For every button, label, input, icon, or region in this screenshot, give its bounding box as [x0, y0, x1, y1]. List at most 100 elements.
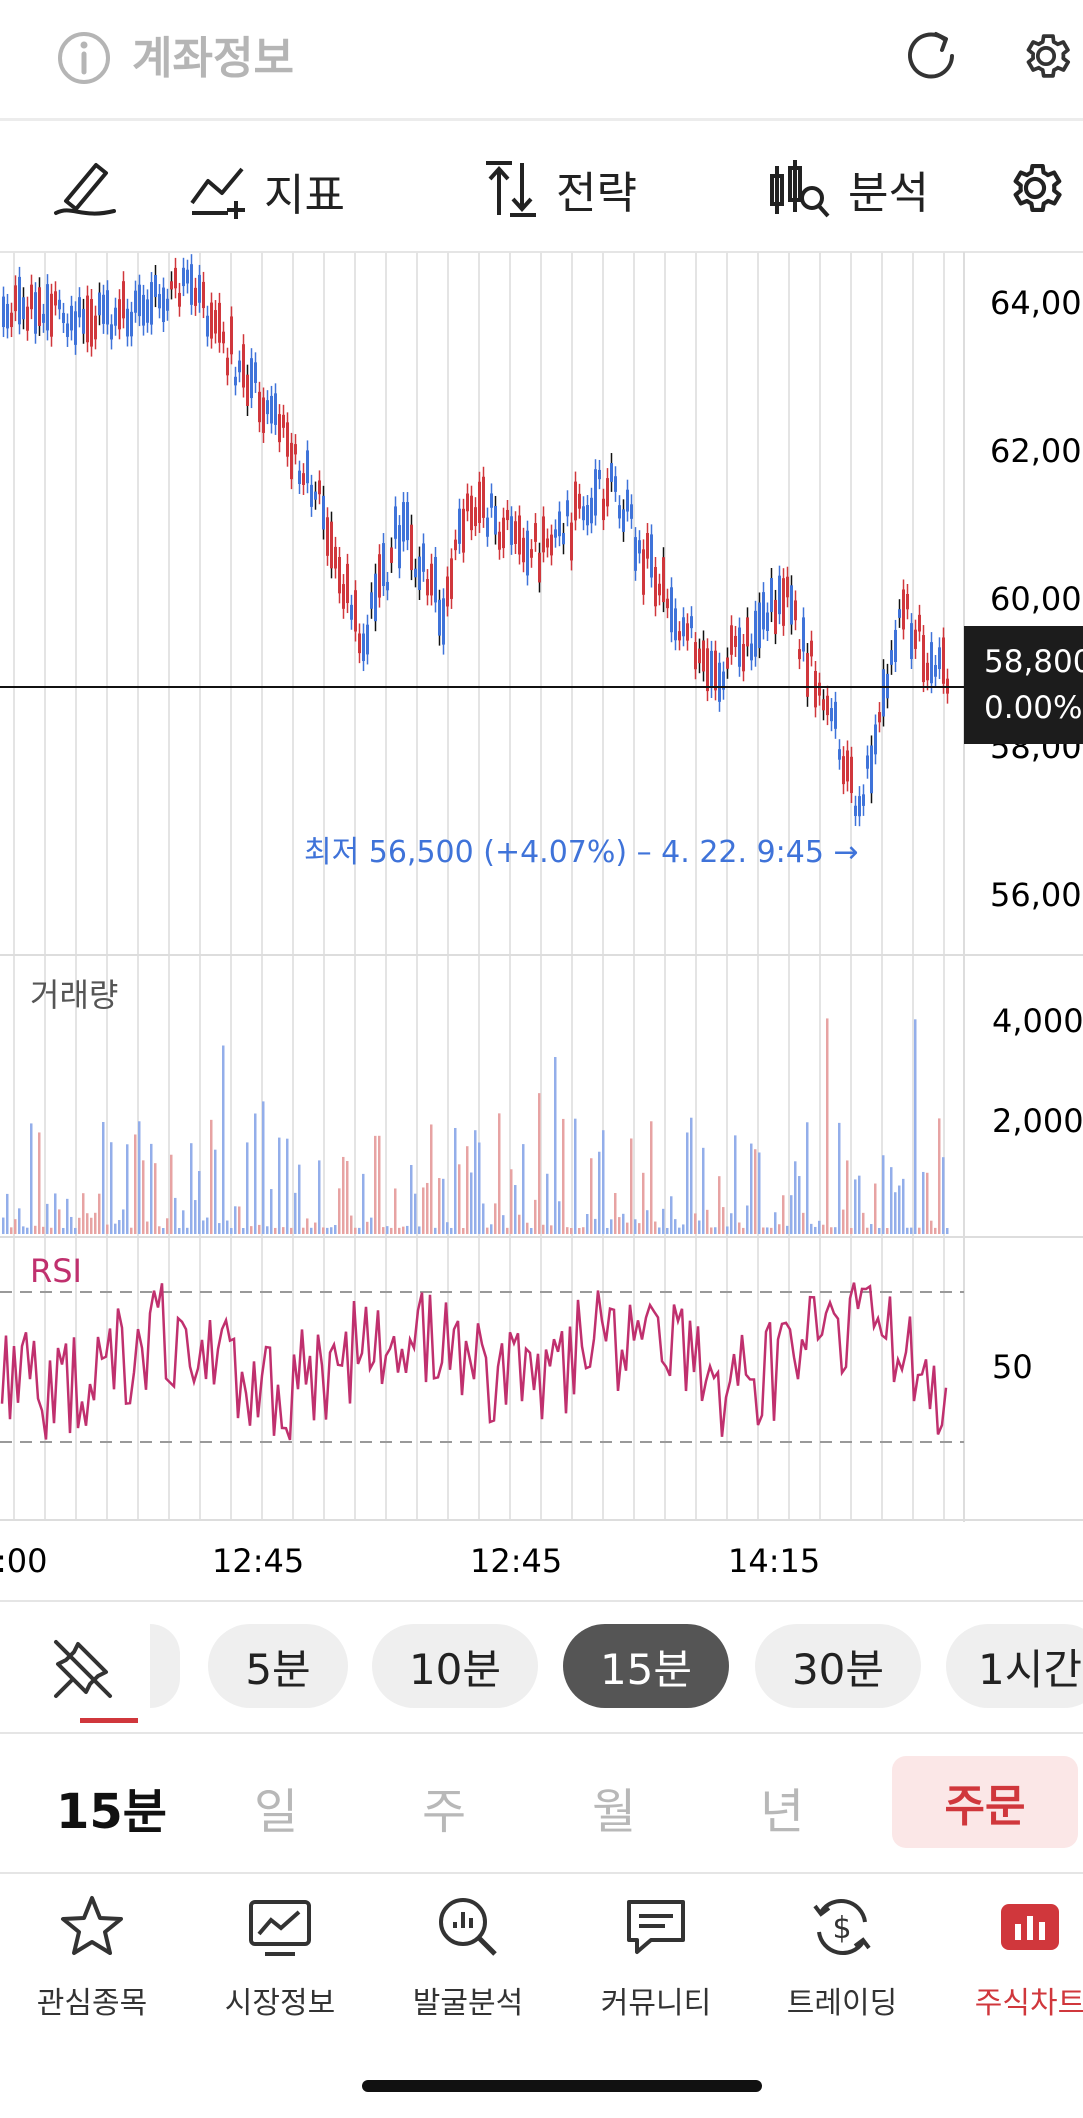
- candle-body: [530, 549, 533, 558]
- current-price-text: 58,800: [984, 644, 1083, 680]
- pin-off-icon[interactable]: [50, 1636, 116, 1702]
- chat-bubble-icon: [627, 1900, 685, 1954]
- volume-bar: [98, 1193, 101, 1234]
- candle-body: [790, 585, 793, 625]
- volume-bar: [738, 1222, 741, 1234]
- volume-bar: [310, 1227, 313, 1234]
- period-15min[interactable]: 15분: [56, 1772, 167, 1842]
- volume-bar: [838, 1122, 841, 1234]
- candle-body: [170, 281, 173, 290]
- candle-body: [58, 299, 61, 310]
- volume-bar: [202, 1220, 205, 1234]
- nav-stock-chart[interactable]: 주식차트: [940, 1892, 1083, 2022]
- volume-bar: [374, 1135, 377, 1234]
- volume-bar: [854, 1179, 857, 1234]
- candle-body: [342, 584, 345, 609]
- search-chart-icon: [439, 1898, 497, 1956]
- indicator-button[interactable]: 지표: [188, 159, 345, 223]
- volume-bar: [370, 1217, 373, 1234]
- candle-body: [514, 521, 517, 544]
- period-day[interactable]: 일: [254, 1772, 298, 1842]
- timeframe-10min[interactable]: 10분: [372, 1624, 538, 1708]
- candle-body: [522, 537, 525, 563]
- pen-draw-icon[interactable]: [52, 157, 118, 221]
- volume-bar: [726, 1226, 729, 1234]
- candle-body: [782, 578, 785, 626]
- candle-body: [870, 745, 873, 794]
- volume-bar: [226, 1220, 229, 1234]
- rsi-line: [0, 1282, 948, 1441]
- volume-bar: [686, 1132, 689, 1234]
- volume-bar: [10, 1227, 13, 1234]
- volume-bar: [882, 1155, 885, 1234]
- candle-body: [822, 699, 825, 711]
- volume-bar: [498, 1113, 501, 1234]
- candle-body: [262, 397, 265, 433]
- info-icon[interactable]: [56, 30, 112, 86]
- order-button[interactable]: 주문: [892, 1756, 1078, 1848]
- candle-body: [418, 556, 421, 591]
- candle-body: [430, 563, 433, 596]
- candle-body: [218, 302, 221, 343]
- volume-bar: [622, 1213, 625, 1234]
- volume-bar: [814, 1226, 817, 1234]
- account-info-title[interactable]: 계좌정보: [132, 22, 294, 86]
- volume-bar: [342, 1156, 345, 1234]
- candle-body: [894, 629, 897, 662]
- volume-bar: [862, 1212, 865, 1234]
- volume-bar: [698, 1220, 701, 1234]
- candle-body: [562, 532, 565, 545]
- candle-body: [266, 400, 269, 415]
- timeframe-15min[interactable]: 15분: [563, 1624, 729, 1708]
- candle-body: [42, 313, 45, 323]
- volume-bar: [126, 1144, 129, 1234]
- candle-body: [458, 508, 461, 544]
- candle-body: [110, 324, 113, 340]
- volume-bar: [254, 1113, 257, 1234]
- stock-chart[interactable]: 64,000 62,000 60,000 58,000 56,000 58,80…: [0, 252, 1083, 1597]
- timeframe-30min[interactable]: 30분: [755, 1624, 921, 1708]
- period-year[interactable]: 년: [760, 1772, 804, 1842]
- candle-body: [590, 497, 593, 524]
- nav-trading[interactable]: $ 트레이딩: [752, 1892, 932, 2022]
- volume-bar: [750, 1143, 753, 1234]
- period-month[interactable]: 월: [592, 1772, 636, 1842]
- candle-body: [278, 414, 281, 443]
- chart-settings-gear-icon[interactable]: [1004, 157, 1066, 219]
- candle-body: [186, 269, 189, 284]
- candle-body: [470, 495, 473, 531]
- candle-body: [150, 282, 153, 325]
- timeframe-1hour[interactable]: 1시간: [946, 1624, 1083, 1708]
- nav-market-info[interactable]: 시장정보: [190, 1892, 370, 2022]
- candle-body: [570, 522, 573, 561]
- volume-bar: [78, 1217, 81, 1234]
- refresh-icon[interactable]: [902, 26, 962, 86]
- volume-bar: [102, 1121, 105, 1234]
- candle-body: [238, 360, 241, 373]
- nav-watchlist[interactable]: 관심종목: [2, 1892, 182, 2022]
- candle-body: [598, 469, 601, 480]
- volume-bar: [714, 1227, 717, 1234]
- nav-discovery-analysis[interactable]: 발굴분석: [378, 1892, 558, 2022]
- volume-bar: [610, 1219, 613, 1234]
- candle-body: [398, 525, 401, 569]
- volume-bar: [850, 1227, 853, 1234]
- volume-bar: [94, 1212, 97, 1234]
- settings-gear-icon[interactable]: [1018, 28, 1074, 84]
- volume-bar: [258, 1224, 261, 1234]
- strategy-button[interactable]: 전략: [478, 157, 637, 221]
- period-week[interactable]: 주: [422, 1772, 466, 1842]
- candle-body: [214, 310, 217, 334]
- candle-body: [210, 302, 213, 339]
- candle-body: [842, 756, 845, 785]
- volume-bar: [706, 1209, 709, 1234]
- candle-body: [650, 534, 653, 578]
- volume-bar: [86, 1213, 89, 1234]
- candle-body: [938, 647, 941, 670]
- analysis-button[interactable]: 분석: [766, 157, 929, 221]
- nav-community[interactable]: 커뮤니티: [566, 1892, 746, 2022]
- timeframe-5min[interactable]: 5분: [208, 1624, 348, 1708]
- candle-body: [322, 495, 325, 530]
- candle-body: [762, 592, 765, 630]
- volume-bar: [654, 1221, 657, 1234]
